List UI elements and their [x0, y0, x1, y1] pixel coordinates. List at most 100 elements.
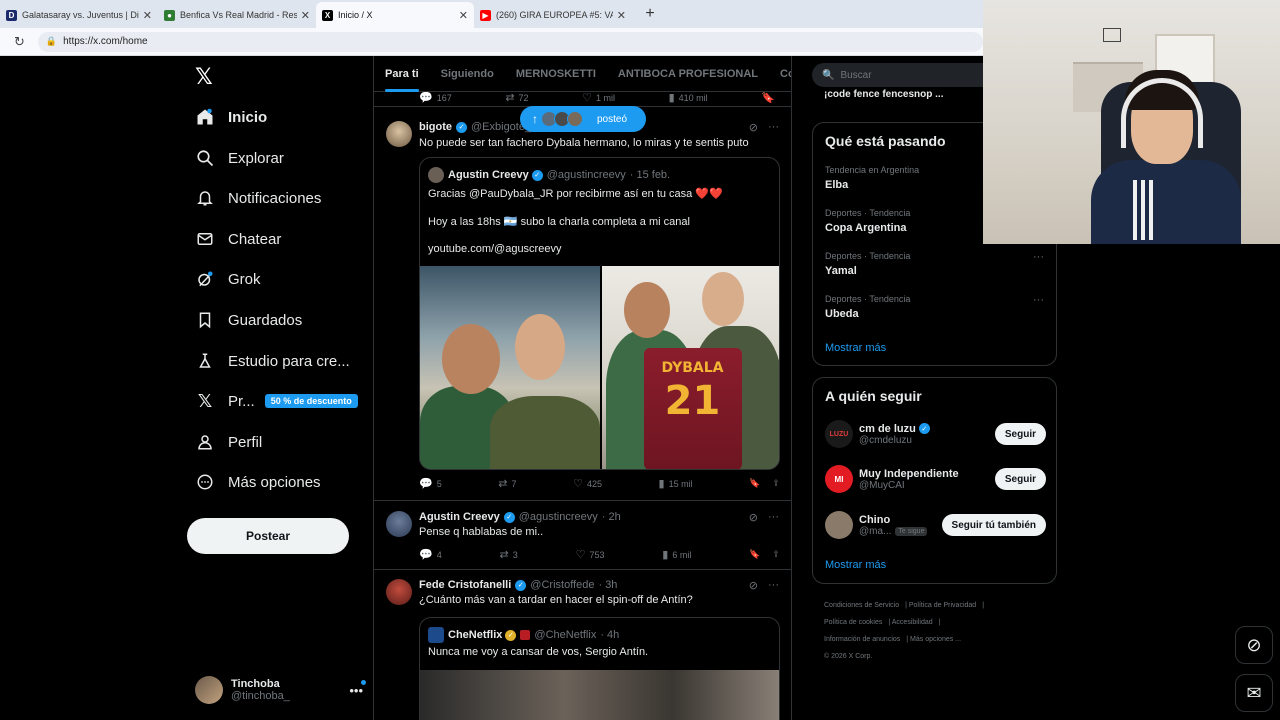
tweet-agustin[interactable]: Agustin Creevy ✓ @agustincreevy · 2h ⊘ ·…: [374, 501, 791, 570]
tab-mernosketti[interactable]: MERNOSKETTI: [505, 56, 607, 92]
avatar: LUZU: [825, 420, 853, 448]
reply-button[interactable]: 💬 167: [419, 91, 452, 104]
repost-button[interactable]: ⇄ 7: [498, 477, 516, 490]
close-tab-icon[interactable]: ✕: [301, 9, 310, 22]
grok-icon[interactable]: ⊘: [749, 511, 758, 524]
tweet-header: Agustin Creevy ✓ @agustincreevy · 2h: [419, 511, 621, 523]
tweet-bigote[interactable]: bigote ✓ @Exbigote_ ⊘ ··· No puede ser t…: [374, 107, 791, 501]
browser-tab-1[interactable]: D Galatasaray vs. Juventus | Disney+ ✕: [0, 2, 158, 28]
nav-item-guardados[interactable]: Guardados: [195, 305, 302, 335]
repost-button[interactable]: ⇄ 72: [505, 91, 528, 104]
quoted-tweet[interactable]: Agustin Creevy ✓ @agustincreevy · 15 feb…: [419, 157, 780, 470]
footer-link[interactable]: Política de Privacidad: [909, 602, 976, 609]
footer-link[interactable]: Información de anuncios: [824, 636, 900, 643]
more-dots-icon[interactable]: ···: [768, 511, 779, 524]
quoted-tweet[interactable]: CheNetflix ✓ @CheNetflix · 4h Nunca me v…: [419, 617, 780, 720]
quote-link[interactable]: youtube.com/@aguscreevy: [428, 243, 561, 255]
more-dots-icon[interactable]: •••: [349, 679, 366, 698]
views-button[interactable]: ▮ 410 mil: [669, 91, 708, 104]
follow-suggestion[interactable]: LUZU cm de luzu ✓ @cmdeluzu Seguir: [825, 418, 1046, 450]
footer-link[interactable]: Condiciones de Servicio: [824, 602, 899, 609]
bookmark-icon[interactable]: 🔖: [749, 549, 760, 560]
close-tab-icon[interactable]: ✕: [459, 9, 468, 22]
bookmark-button[interactable]: 🔖: [761, 91, 779, 104]
new-posts-pill[interactable]: ↑ posteó: [520, 106, 646, 132]
reply-button[interactable]: 💬 4: [419, 548, 442, 561]
more-dots-icon[interactable]: ···: [1033, 251, 1044, 263]
reload-icon[interactable]: ↻: [14, 34, 32, 50]
reply-icon: 💬: [419, 478, 433, 490]
chart-icon: ▮: [668, 92, 675, 104]
avatar: [428, 167, 444, 183]
bookmark-icon[interactable]: 🔖: [749, 478, 760, 489]
browser-tab-2[interactable]: ● Benfica Vs Real Madrid - Resultado ✕: [158, 2, 316, 28]
chart-icon: ▮: [658, 478, 665, 490]
avatar[interactable]: [386, 511, 412, 537]
follow-suggestion[interactable]: Chino @ma... Te sigue Seguir tú también: [825, 509, 1046, 541]
share-icon[interactable]: ⇪: [772, 478, 780, 489]
share-icon[interactable]: ⇪: [772, 549, 780, 560]
tab-siguiendo[interactable]: Siguiendo: [430, 56, 505, 92]
account-switcher[interactable]: Tinchoba @tinchoba_ •••: [195, 674, 366, 706]
repost-button[interactable]: ⇄ 3: [500, 548, 518, 561]
messages-float-button[interactable]: ✉: [1235, 674, 1273, 712]
nav-item-inicio[interactable]: Inicio: [195, 102, 267, 132]
grok-float-button[interactable]: ⊘: [1235, 626, 1273, 664]
footer-link[interactable]: Más opciones ...: [910, 636, 961, 643]
account-name: Tinchoba: [231, 678, 280, 690]
nav-item-mas-opciones[interactable]: Más opciones: [195, 467, 321, 497]
reply-button[interactable]: 💬 5: [419, 477, 442, 490]
nav-item-grok[interactable]: Grok: [195, 264, 261, 294]
browser-tab-4[interactable]: ▶ (260) GIRA EUROPEA #5: VALENTIN ✕: [474, 2, 632, 28]
more-dots-icon[interactable]: ···: [768, 579, 779, 592]
photo-jersey[interactable]: DYBALA 21: [601, 266, 779, 469]
like-button[interactable]: ♡ 425: [573, 477, 602, 490]
quote-media[interactable]: [420, 670, 779, 720]
url-field[interactable]: 🔒 https://x.com/home: [37, 31, 983, 52]
nav-item-explorar[interactable]: Explorar: [195, 143, 284, 173]
nav-item-chatear[interactable]: Chatear: [195, 224, 281, 254]
x-logo-icon[interactable]: 𝕏: [195, 64, 213, 90]
show-more-link[interactable]: Mostrar más: [825, 559, 886, 571]
like-button[interactable]: ♡ 753: [576, 548, 605, 561]
affiliate-badge-icon: [520, 630, 531, 640]
tweet-fede[interactable]: Fede Cristofanelli ✓ @Cristoffede · 3h ⊘…: [374, 570, 791, 720]
show-more-link[interactable]: Mostrar más: [825, 342, 886, 354]
grok-icon[interactable]: ⊘: [749, 579, 758, 592]
chart-icon: ▮: [662, 549, 669, 561]
follow-back-button[interactable]: Seguir tú también: [941, 514, 1046, 536]
grok-icon[interactable]: ⊘: [749, 121, 758, 134]
footer-link[interactable]: Política de cookies: [824, 619, 882, 626]
photo-shape: [701, 272, 744, 326]
footer-link[interactable]: Accesibilidad: [892, 619, 933, 626]
tab-para-ti[interactable]: Para ti: [374, 56, 430, 92]
tab-antiboca[interactable]: ANTIBOCA PROFESIONAL: [607, 56, 769, 92]
site-info-icon[interactable]: 🔒: [46, 36, 57, 47]
nav-item-perfil[interactable]: Perfil: [195, 427, 262, 457]
views-button[interactable]: ▮ 15 mil: [659, 477, 693, 490]
follow-suggestion[interactable]: MI Muy Independiente @MuyCAI Seguir: [825, 463, 1046, 495]
verified-badge-icon: ✓: [505, 629, 517, 641]
discount-badge: 50 % de descuento: [264, 394, 358, 408]
photo-selfie[interactable]: [420, 266, 600, 469]
close-tab-icon[interactable]: ✕: [143, 9, 152, 22]
copyright: © 2026 X Corp.: [824, 653, 873, 660]
follow-button[interactable]: Seguir: [994, 423, 1046, 445]
views-button[interactable]: ▮ 6 mil: [662, 548, 691, 561]
more-dots-icon[interactable]: ···: [768, 121, 779, 134]
tab-cobris[interactable]: Cobris: [769, 56, 791, 92]
like-button[interactable]: ♡ 1 mil: [582, 91, 615, 104]
more-circle-icon: [195, 472, 215, 492]
nav-item-premium[interactable]: 𝕏 Pr... 50 % de descuento: [195, 386, 358, 416]
nav-item-estudio[interactable]: Estudio para cre...: [195, 346, 350, 376]
browser-tab-3[interactable]: X Inicio / X ✕: [316, 2, 474, 28]
close-tab-icon[interactable]: ✕: [617, 9, 626, 22]
avatar[interactable]: [386, 579, 412, 605]
follow-button[interactable]: Seguir: [994, 468, 1046, 490]
nav-item-notificaciones[interactable]: Notificaciones: [195, 183, 321, 213]
avatar[interactable]: [386, 121, 412, 147]
more-dots-icon[interactable]: ···: [1033, 294, 1044, 306]
quote-header: CheNetflix ✓ @CheNetflix · 4h: [428, 627, 619, 643]
post-button[interactable]: Postear: [187, 518, 349, 554]
new-tab-button[interactable]: +: [638, 2, 662, 26]
